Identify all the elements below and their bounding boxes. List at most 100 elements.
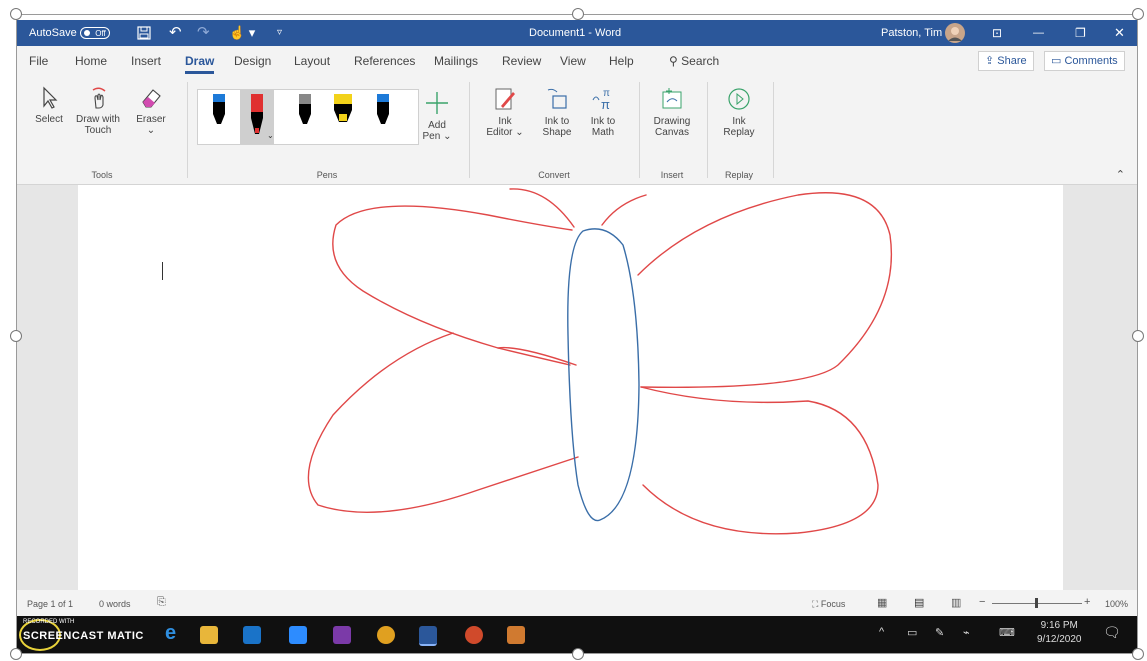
add-pen-button[interactable]: Add Pen ⌄ <box>419 90 455 142</box>
print-layout-icon[interactable]: ▤ <box>914 596 924 609</box>
divider <box>187 82 188 178</box>
user-name[interactable]: Patston, Tim <box>881 20 942 46</box>
tab-file[interactable]: File <box>29 54 48 68</box>
powerpoint-icon[interactable] <box>465 626 483 644</box>
group-label-insert: Insert <box>660 170 684 180</box>
touch-draw-icon <box>92 87 106 109</box>
word-app-icon[interactable] <box>419 626 437 646</box>
comment-icon: ▭ <box>1051 55 1062 67</box>
ribbon: Select Draw with Touch Eraser⌄ Tools ⌄ <box>17 76 1137 185</box>
restore-icon[interactable]: ❐ <box>1075 20 1086 46</box>
drawing-canvas-icon <box>662 88 682 109</box>
network-icon[interactable]: ⌁ <box>963 626 970 639</box>
document-page[interactable] <box>78 185 1063 590</box>
collapse-ribbon-icon[interactable]: ⌃ <box>1116 168 1125 181</box>
autosave-control[interactable]: AutoSave Off <box>29 20 110 46</box>
zoom-level[interactable]: 100% <box>1105 599 1128 609</box>
select-button[interactable]: Select <box>31 86 67 125</box>
minimize-icon[interactable]: — <box>1033 20 1044 46</box>
ink-stroke-wing-lower-left <box>307 332 579 513</box>
proofing-icon[interactable]: ⎘ <box>157 596 166 609</box>
word-count[interactable]: 0 words <box>99 599 131 609</box>
resize-handle-top-right[interactable] <box>1132 8 1144 20</box>
keyboard-icon[interactable]: ⌨ <box>999 626 1015 639</box>
chevron-up-icon[interactable]: ^ <box>879 626 884 638</box>
pen-workspace-icon[interactable]: ✎ <box>935 626 944 639</box>
page-count[interactable]: Page 1 of 1 <box>27 599 73 609</box>
tab-insert[interactable]: Insert <box>131 54 161 68</box>
tab-view[interactable]: View <box>560 54 586 68</box>
ink-to-math-icon: ππ <box>592 88 610 112</box>
ribbon-display-icon[interactable]: ⊡ <box>992 20 1002 46</box>
read-mode-icon[interactable]: ▦ <box>877 596 887 609</box>
plus-icon <box>426 92 448 114</box>
pen-black[interactable] <box>202 90 236 144</box>
focus-icon: ⛶ <box>812 599 819 609</box>
eraser-icon <box>142 89 161 108</box>
pen-highlighter[interactable] <box>326 90 360 144</box>
clock[interactable]: 9:16 PM 9/12/2020 <box>1037 620 1082 645</box>
tab-layout[interactable]: Layout <box>294 54 330 68</box>
save-icon[interactable] <box>137 20 151 46</box>
tab-design[interactable]: Design <box>234 54 271 68</box>
pen-gallery: ⌄ <box>197 89 419 145</box>
autosave-toggle[interactable]: Off <box>79 27 110 40</box>
ink-stroke-wing-upper-right <box>637 192 893 389</box>
edge-icon[interactable]: e <box>165 622 183 644</box>
tab-help[interactable]: Help <box>609 54 634 68</box>
web-layout-icon[interactable]: ▥ <box>951 596 961 609</box>
pen-blue[interactable] <box>366 90 400 144</box>
zoom-slider[interactable] <box>992 598 1082 608</box>
outlook-icon[interactable] <box>243 626 261 644</box>
zoom-in-button[interactable]: + <box>1084 596 1090 608</box>
resize-handle-top-left[interactable] <box>10 8 22 20</box>
file-explorer-icon[interactable] <box>200 626 218 644</box>
tab-review[interactable]: Review <box>502 54 541 68</box>
avatar[interactable] <box>945 23 965 43</box>
resize-handle-left[interactable] <box>10 330 22 342</box>
zoom-app-icon[interactable] <box>289 626 307 644</box>
close-icon[interactable]: ✕ <box>1114 20 1125 46</box>
search-box[interactable]: ⚲ Search <box>669 54 719 68</box>
ink-editor-button[interactable]: Ink Editor ⌄ <box>485 86 525 138</box>
onenote-icon[interactable] <box>333 626 351 644</box>
share-button[interactable]: ⇪ Share <box>978 51 1034 71</box>
comments-button[interactable]: ▭ Comments <box>1044 51 1125 71</box>
eraser-button[interactable]: Eraser ⌄ <box>131 86 171 136</box>
resize-handle-bottom-left[interactable] <box>10 648 22 660</box>
tab-references[interactable]: References <box>354 54 415 68</box>
pen-red[interactable]: ⌄ <box>240 90 274 144</box>
chrome-icon[interactable] <box>377 626 395 644</box>
zoom-slider-thumb[interactable] <box>1035 598 1038 608</box>
ink-to-shape-button[interactable]: Ink to Shape <box>537 86 577 138</box>
ink-stroke-wing-lower-right <box>640 386 879 535</box>
recorded-with-label: RECORDED WITH <box>23 619 75 625</box>
screencast-app-icon[interactable] <box>507 626 525 644</box>
redo-icon[interactable]: ↷ <box>197 20 210 46</box>
ink-to-math-button[interactable]: ππ Ink to Math <box>583 86 623 138</box>
tab-home[interactable]: Home <box>75 54 107 68</box>
drawing-canvas-button[interactable]: Drawing Canvas <box>647 86 697 138</box>
undo-icon[interactable]: ↶ <box>169 20 182 46</box>
resize-handle-bottom[interactable] <box>572 648 584 660</box>
touch-mode-icon[interactable]: ☝ ▾ <box>229 20 255 46</box>
clock-time: 9:16 PM <box>1040 620 1078 631</box>
tab-draw[interactable]: Draw <box>185 54 215 74</box>
ink-stroke-wing-upper-left <box>332 205 573 366</box>
draw-with-touch-button[interactable]: Draw with Touch <box>73 86 123 136</box>
butterfly-drawing <box>307 188 893 535</box>
pen-pencil[interactable] <box>288 90 322 144</box>
divider <box>707 82 708 178</box>
notifications-icon[interactable]: 🗨 <box>1103 624 1121 641</box>
resize-handle-right[interactable] <box>1132 330 1144 342</box>
focus-button[interactable]: ⛶ Focus <box>812 599 845 610</box>
customize-toolbar-icon[interactable]: ▿ <box>277 20 282 46</box>
battery-icon[interactable]: ▭ <box>907 626 917 639</box>
resize-handle-top[interactable] <box>572 8 584 20</box>
resize-handle-bottom-right[interactable] <box>1132 648 1144 660</box>
svg-text:⌄: ⌄ <box>267 131 274 140</box>
ink-to-shape-icon <box>547 88 567 109</box>
zoom-out-button[interactable]: − <box>979 596 985 608</box>
ink-replay-button[interactable]: Ink Replay <box>717 86 761 138</box>
tab-mailings[interactable]: Mailings <box>434 54 478 68</box>
